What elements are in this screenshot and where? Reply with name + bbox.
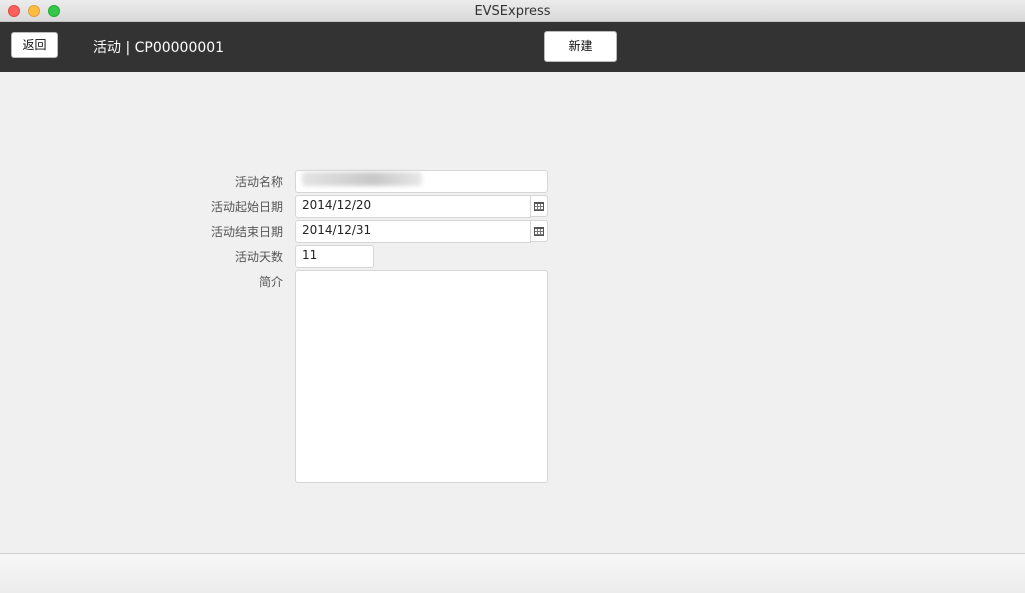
window-titlebar: EVSExpress (0, 0, 1025, 22)
start-date-input[interactable]: 2014/12/20 (295, 195, 531, 218)
activity-days-input[interactable]: 11 (295, 245, 374, 268)
end-date-calendar-button[interactable] (531, 220, 548, 242)
name-label: 活动名称 (234, 175, 283, 189)
new-button[interactable]: 新建 (544, 31, 617, 62)
end-date-label: 活动结束日期 (210, 225, 283, 239)
window-title: EVSExpress (474, 4, 551, 19)
start-date-label: 活动起始日期 (210, 200, 283, 214)
calendar-icon (534, 202, 544, 211)
blurred-name-value (302, 172, 422, 186)
toolbar: 返回 活动 | CP00000001 新建 (0, 22, 1025, 72)
days-label: 活动天数 (234, 250, 283, 264)
intro-label: 简介 (258, 275, 283, 289)
start-date-calendar-button[interactable] (531, 195, 548, 217)
intro-textarea[interactable] (295, 270, 548, 483)
calendar-icon (534, 227, 544, 236)
end-date-input[interactable]: 2014/12/31 (295, 220, 531, 243)
page-title: 活动 | CP00000001 (93, 40, 225, 56)
back-button[interactable]: 返回 (11, 32, 58, 58)
activity-name-input[interactable] (295, 170, 548, 193)
bottom-bar (0, 553, 1025, 593)
